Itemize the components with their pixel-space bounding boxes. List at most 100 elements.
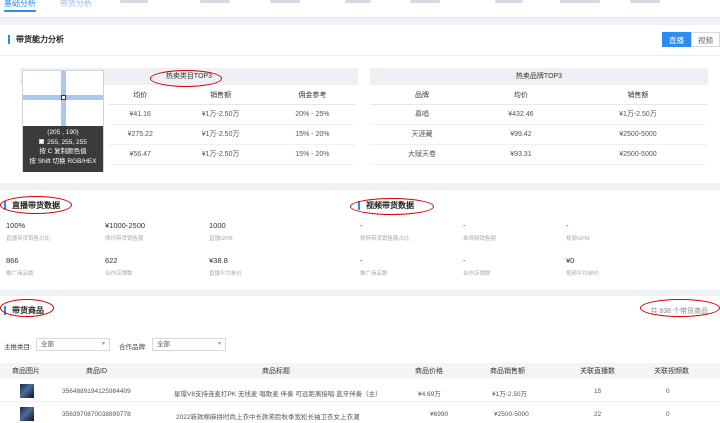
picker-rgb: 255, 255, 255 (47, 138, 87, 146)
cell-commission: 20% - 25% (268, 104, 356, 125)
stat-live-avg-sales: ¥1000-2500 场均带货销售额 (105, 221, 145, 242)
table-header: 销售额 (172, 87, 269, 105)
stat-label: 推广商品数 (6, 271, 34, 277)
table-row[interactable]: 3564889194125984409 星璟V8支持连麦打PK 无线麦 唱歌麦 … (0, 380, 720, 402)
tab-placeholder[interactable] (120, 0, 148, 3)
stat-video-products: - 推广商品数 (360, 256, 388, 277)
stat-label: 场均带货销售额 (105, 236, 144, 242)
brand-table: 品牌 均价 销售额 慕唱 ¥432.46 ¥1万-2.50万 天涯藏 ¥99.4… (370, 87, 708, 165)
stat-value: 100% (6, 221, 26, 230)
stat-label: 视频平均单价 (566, 271, 600, 277)
product-title[interactable]: 2022新款棉麻拼时尚上衣中长款笑脸秋季宽松长袖卫衣女上衣潮 (176, 411, 359, 421)
stat-label: 直播平均单价 (209, 271, 243, 277)
product-sales: ¥1万-2.50万 (492, 391, 528, 398)
table-header: 销售额 (567, 87, 708, 105)
stat-label: 视频GPM (566, 236, 590, 242)
table-row: 天涯藏 ¥99.42 ¥2500-5000 (370, 124, 708, 145)
tab-placeholder[interactable] (630, 0, 660, 3)
tab-placeholder[interactable] (200, 0, 230, 3)
product-thumbnail[interactable] (20, 384, 34, 398)
annotation-oval (350, 198, 434, 215)
col-header-sales[interactable]: 商品销售额 (490, 366, 525, 376)
crosshair-center (61, 95, 66, 100)
table-row: ¥41.16 ¥1万-2.50万 20% - 25% (108, 104, 356, 125)
tab-placeholder[interactable] (270, 0, 300, 3)
cell-price: ¥99.42 (473, 124, 568, 145)
annotation-oval (150, 70, 222, 87)
cell-commission: 15% - 20% (268, 144, 356, 165)
stat-value: ¥0 (566, 256, 575, 265)
tab-placeholder[interactable] (495, 0, 523, 3)
picker-hint-toggle: 按 Shift 切换 RGB/HEX (29, 157, 97, 165)
tab-placeholder[interactable] (345, 0, 371, 3)
cell-sales: ¥1万-2.50万 (567, 104, 708, 125)
cell-brand: 大赋天卷 (370, 144, 474, 165)
magnifier-zoom (23, 71, 103, 126)
col-header-title: 商品标题 (262, 368, 290, 375)
table-row: 慕唱 ¥432.46 ¥1万-2.50万 (370, 104, 708, 125)
product-id: 3563970870038899778 (62, 411, 131, 418)
table-header: 佣金参考 (268, 87, 356, 105)
product-videos: 0 (666, 411, 670, 418)
product-title[interactable]: 星璟V8支持连麦打PK 无线麦 唱歌麦 伴奏 可远距离接唱 蓝牙伴奏（主） (174, 388, 382, 398)
tab-placeholder[interactable] (410, 0, 440, 3)
product-lives: 22 (594, 411, 602, 418)
cell-sales: ¥1万-2.50万 (172, 144, 269, 165)
table-row[interactable]: 3563970870038899778 2022新款棉麻拼时尚上衣中长款笑脸秋季… (0, 403, 720, 423)
toggle-live-button[interactable]: 直播 (662, 32, 691, 47)
product-thumbnail[interactable] (20, 407, 34, 421)
stat-video-sales-share: - 视频带货销售额占比 (360, 221, 410, 242)
brand-filter-label: 合作品牌: (119, 344, 147, 351)
stat-video-sales: - 单视频销售额 (463, 221, 496, 242)
stat-value: - (360, 256, 363, 265)
stat-value: - (566, 221, 569, 230)
cell-sales: ¥1万-2.50万 (172, 104, 269, 125)
tab-placeholder[interactable] (560, 0, 600, 3)
stat-value: - (463, 221, 466, 230)
cell-price: ¥275.22 (108, 124, 173, 145)
stat-value: 1000 (209, 221, 226, 230)
stat-value: 622 (105, 256, 118, 265)
stat-live-sales-share: 100% 直播带货销售占比 (6, 221, 50, 242)
brand-filter-value: 全部 (157, 341, 170, 348)
stat-value: - (463, 256, 466, 265)
cell-price: ¥41.16 (108, 104, 173, 125)
category-table: 均价 销售额 佣金参考 ¥41.16 ¥1万-2.50万 20% - 25% ¥… (108, 87, 356, 165)
product-price: ¥4.69万 (418, 391, 441, 398)
stat-label: 视频带货销售额占比 (360, 236, 410, 242)
stat-value: ¥1000-2500 (105, 221, 146, 230)
table-header: 均价 (108, 87, 173, 105)
stat-live-gpm: 1000 直播GPM (209, 221, 233, 242)
col-header-price[interactable]: 商品价格 (415, 366, 443, 376)
category-filter-select[interactable]: 全部 ▾ (36, 338, 110, 351)
color-swatch (39, 139, 45, 145)
col-header-videos[interactable]: 关联视频数 (654, 366, 689, 376)
live-video-toggle: 直播 视频 (662, 32, 720, 47)
cell-sales: ¥2500-5000 (567, 144, 708, 165)
divider (0, 55, 720, 56)
top-tab-bar: 基础分析 带货分析 (0, 0, 720, 18)
cell-price: ¥432.46 (473, 104, 568, 125)
cell-brand: 天涯藏 (370, 124, 474, 145)
picker-info: (205 , 190) 255, 255, 255 按 C 复制颜色值 按 Sh… (23, 126, 103, 172)
product-price: ¥6990 (430, 411, 449, 418)
brand-panel-title: 热卖品牌TOP3 (370, 68, 708, 85)
tab-basic-analysis[interactable]: 基础分析 (4, 0, 36, 12)
annotation-oval (0, 299, 54, 317)
stat-video-gpm: - 视频GPM (566, 221, 590, 242)
tab-sales-analysis[interactable]: 带货分析 (60, 0, 92, 12)
product-lives: 15 (594, 388, 602, 395)
stat-label: 单视频销售额 (463, 236, 497, 242)
col-header-id[interactable]: 商品ID (86, 366, 107, 376)
table-row: ¥275.22 ¥1万-2.50万 15% - 20% (108, 124, 356, 145)
annotation-oval (640, 299, 720, 317)
section-title-ability: 带货能力分析 (8, 35, 64, 44)
category-filter-value: 全部 (41, 341, 54, 348)
col-header-lives[interactable]: 关联直播数 (580, 366, 615, 376)
cell-price: ¥56.47 (108, 144, 173, 165)
chevron-down-icon: ▾ (101, 341, 105, 347)
picker-hint-copy: 按 C 复制颜色值 (39, 148, 87, 155)
product-videos: 0 (666, 388, 670, 395)
brand-filter-select[interactable]: 全部 ▾ (152, 338, 226, 351)
toggle-video-button[interactable]: 视频 (691, 32, 720, 47)
